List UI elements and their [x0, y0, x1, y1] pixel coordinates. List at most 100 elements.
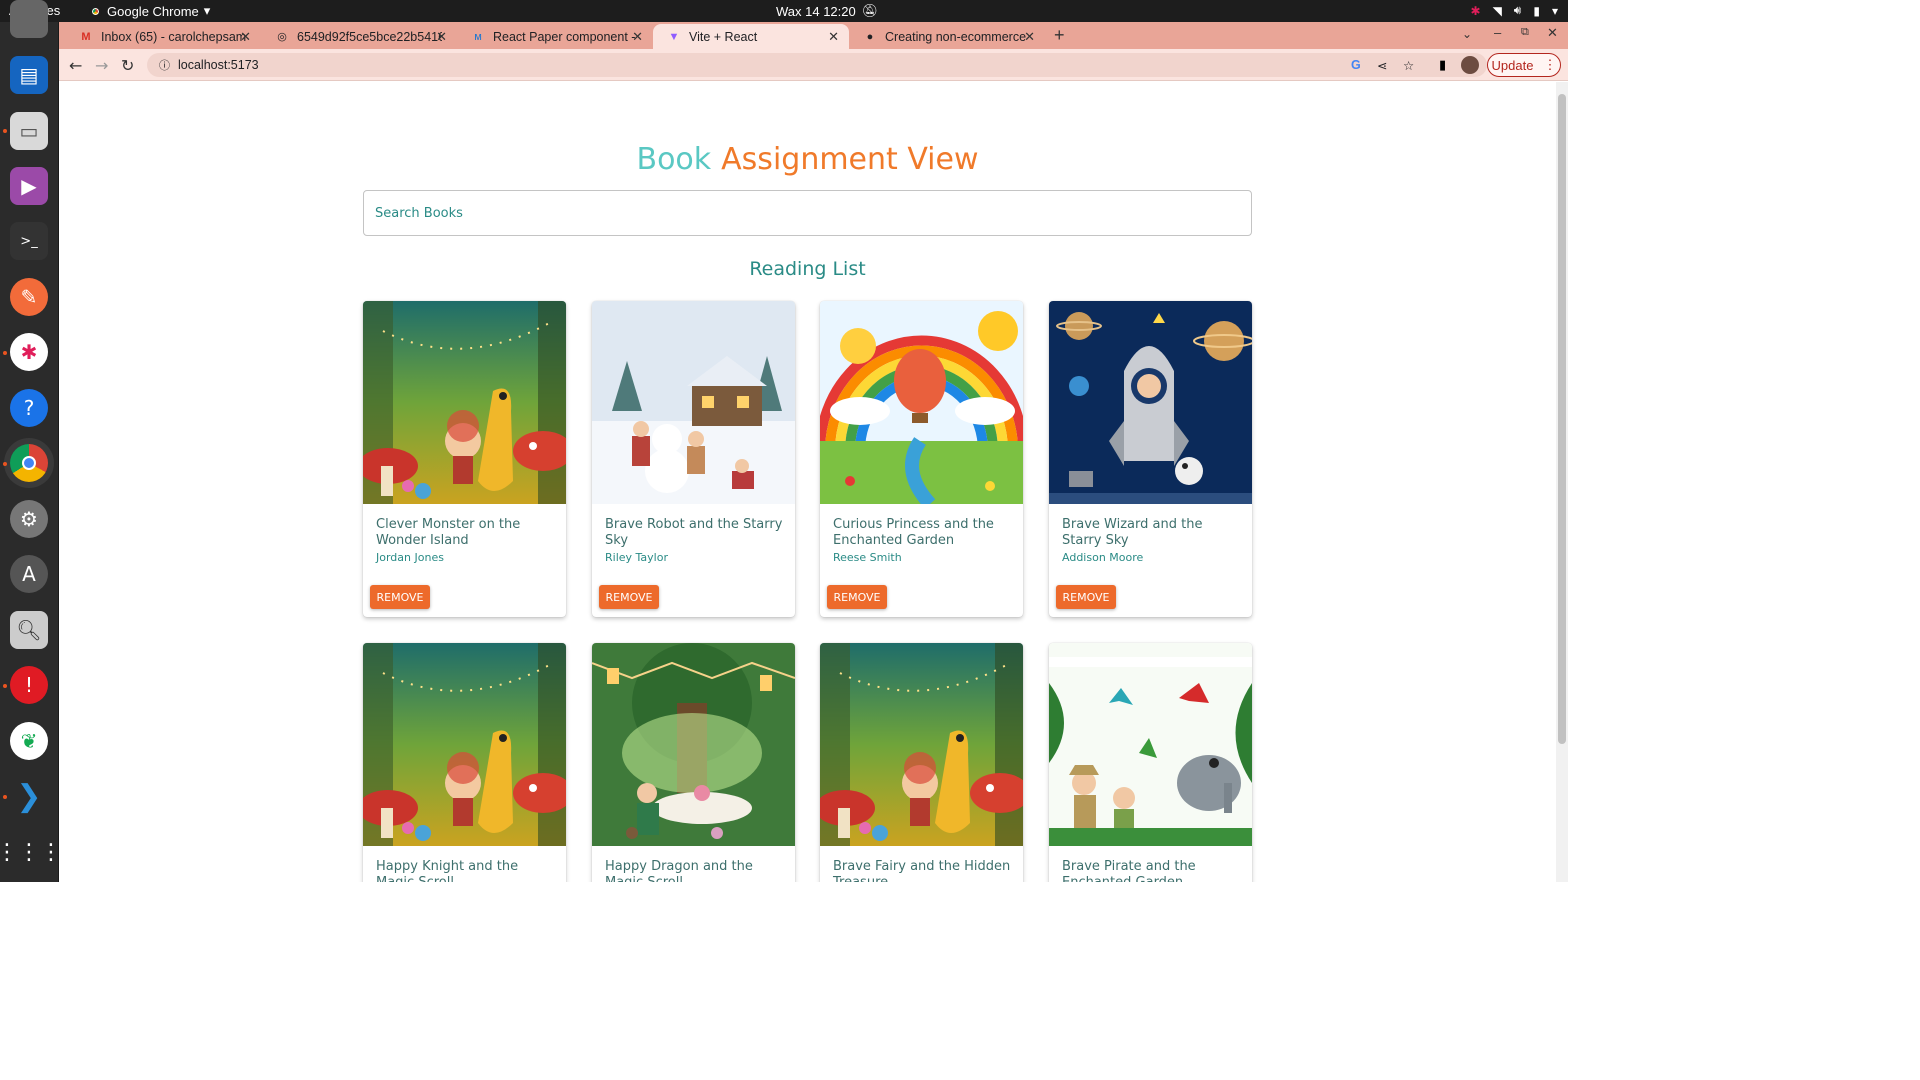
- book-title: Brave Wizard and the Starry Sky: [1062, 517, 1203, 548]
- github-icon: ●: [866, 30, 874, 43]
- minimize-icon[interactable]: –: [1494, 25, 1501, 40]
- book-title: Curious Princess and the Enchanted Garde…: [833, 517, 994, 548]
- book-author: Jordan Jones: [376, 551, 444, 564]
- slack-tray-icon: ✱: [1470, 3, 1481, 18]
- tab-react-paper[interactable]: ᴍ React Paper component - ✕: [457, 24, 653, 49]
- tab-search-icon[interactable]: ⌄: [1462, 27, 1472, 41]
- chrome-icon: [89, 4, 102, 18]
- close-tab-icon[interactable]: ✕: [632, 29, 643, 45]
- book-cover-image: [1049, 643, 1252, 846]
- notifications-off-icon: 🔕︎: [861, 3, 879, 18]
- vite-icon: ▼: [668, 30, 680, 43]
- forward-icon[interactable]: →: [95, 56, 108, 75]
- tab-label: Creating non-ecommerce: [885, 29, 1027, 44]
- tab-label: Vite + React: [689, 29, 758, 44]
- tab-inbox[interactable]: M Inbox (65) - carolchepsam ✕: [65, 24, 261, 49]
- screenshot-search-icon[interactable]: 🔍︎: [10, 611, 48, 649]
- scrollbar[interactable]: [1556, 82, 1568, 882]
- book-card: Brave Pirate and the Enchanted GardenREM…: [1049, 643, 1252, 882]
- clock-text: Wax 14 12:20: [776, 3, 856, 19]
- alert-app-icon[interactable]: !: [10, 666, 48, 704]
- system-top-bar: Activities Google Chrome ▾ Wax 14 12:20 …: [0, 0, 1568, 22]
- chrome-dock-icon[interactable]: [10, 444, 48, 482]
- more-menu-icon: ⋮: [1543, 57, 1557, 72]
- search-input[interactable]: [363, 190, 1252, 236]
- scrollbar-thumb[interactable]: [1558, 94, 1566, 744]
- book-title: Happy Dragon and the Magic Scroll: [605, 859, 753, 882]
- book-card: Brave Wizard and the Starry Sky Addison M…: [1049, 301, 1252, 617]
- reading-list-title: Reading List: [749, 258, 866, 280]
- close-tab-icon[interactable]: ✕: [240, 29, 251, 45]
- new-tab-icon[interactable]: +: [1054, 25, 1065, 46]
- book-author: Reese Smith: [833, 551, 902, 564]
- remove-button[interactable]: REMOVE: [370, 585, 430, 609]
- help-icon[interactable]: ?: [10, 389, 48, 427]
- postman-icon[interactable]: ✎: [10, 278, 48, 316]
- book-cover-image: [363, 301, 566, 504]
- share-icon[interactable]: ⋖: [1377, 58, 1387, 73]
- files-icon[interactable]: ▭: [10, 112, 48, 150]
- site-info-icon[interactable]: ⓘ: [159, 57, 170, 73]
- close-tab-icon[interactable]: ✕: [436, 29, 447, 45]
- avatar[interactable]: [1461, 56, 1479, 74]
- book-card: Happy Dragon and the Magic ScrollREMOVE: [592, 643, 795, 882]
- book-title: Brave Fairy and the Hidden Treasure: [833, 859, 1011, 882]
- book-cover-image: [820, 301, 1023, 504]
- battery-icon: ▮: [1533, 3, 1540, 18]
- caret-down-icon: ▾: [203, 3, 211, 18]
- book-title: Brave Robot and the Starry Sky: [605, 517, 783, 548]
- book-card: Happy Knight and the Magic ScrollREMOVE: [363, 643, 566, 882]
- terminal-icon[interactable]: >_: [10, 222, 48, 260]
- book-cover-image: [1049, 301, 1252, 504]
- book-cover-image: [820, 643, 1023, 846]
- globe-icon: ◎: [277, 31, 287, 43]
- title-book: Book: [636, 142, 712, 177]
- system-tray[interactable]: ✱ ◥ 🔊︎ ▮ ▾: [1471, 3, 1559, 18]
- mongodb-icon[interactable]: ❦: [10, 722, 48, 760]
- remove-button[interactable]: REMOVE: [1056, 585, 1116, 609]
- tab-label: Inbox (65) - carolchepsam: [101, 29, 246, 44]
- gmail-icon: M: [81, 30, 91, 43]
- reload-icon[interactable]: ↻: [121, 56, 134, 75]
- title-assignment-view: Assignment View: [721, 142, 979, 177]
- address-bar[interactable]: ⓘ localhost:5173 G ⋖ ☆: [147, 53, 1487, 77]
- software-updater-icon[interactable]: A: [10, 555, 48, 593]
- book-author: Addison Moore: [1062, 551, 1144, 564]
- bookmark-star-icon[interactable]: ☆: [1403, 58, 1414, 73]
- page-title: Book Assignment View: [59, 142, 1556, 177]
- clock[interactable]: Wax 14 12:20 🔕︎: [776, 3, 878, 19]
- close-window-icon[interactable]: ✕: [1547, 25, 1558, 41]
- power-caret-icon: ▾: [1551, 3, 1558, 18]
- google-lens-icon[interactable]: G: [1351, 58, 1361, 72]
- wifi-icon: ◥: [1492, 3, 1502, 18]
- tab-label: 6549d92f5ce5bce22b5416: [297, 29, 442, 44]
- page-content: Book Assignment View Reading List Clever …: [59, 82, 1556, 882]
- book-title: Brave Pirate and the Enchanted Garden: [1062, 859, 1196, 882]
- update-label: Update: [1491, 57, 1534, 73]
- side-panel-icon[interactable]: ▮: [1439, 57, 1446, 73]
- book-cover-image: [363, 643, 566, 846]
- settings-icon[interactable]: ⚙: [10, 500, 48, 538]
- tab-strip: M Inbox (65) - carolchepsam ✕ ◎ 6549d92f…: [59, 22, 1568, 49]
- book-card: Clever Monster on the Wonder Island Jorda…: [363, 301, 566, 617]
- close-tab-icon[interactable]: ✕: [828, 29, 839, 45]
- vscode-icon[interactable]: ❯: [10, 777, 48, 815]
- remove-button[interactable]: REMOVE: [599, 585, 659, 609]
- writer-icon[interactable]: ▤: [10, 56, 48, 94]
- app-menu[interactable]: Google Chrome ▾: [89, 3, 210, 19]
- slack-icon[interactable]: ✱: [10, 333, 48, 371]
- dock-app-partial-icon[interactable]: [10, 0, 48, 38]
- book-author: Riley Taylor: [605, 551, 668, 564]
- volume-icon: 🔊︎: [1513, 3, 1522, 17]
- show-apps-icon[interactable]: ⋮⋮⋮: [0, 833, 62, 871]
- maximize-icon[interactable]: ⧉: [1521, 26, 1529, 39]
- tab-id[interactable]: ◎ 6549d92f5ce5bce22b5416 ✕: [261, 24, 457, 49]
- close-tab-icon[interactable]: ✕: [1024, 29, 1035, 45]
- update-button[interactable]: Update ⋮: [1487, 53, 1561, 77]
- back-icon[interactable]: ←: [69, 56, 82, 75]
- remove-button[interactable]: REMOVE: [827, 585, 887, 609]
- tab-creating[interactable]: ● Creating non-ecommerce ✕: [849, 24, 1045, 49]
- mui-icon: ᴍ: [474, 30, 482, 43]
- tab-vite-react[interactable]: ▼ Vite + React ✕: [653, 24, 849, 49]
- video-player-icon[interactable]: ▶: [10, 167, 48, 205]
